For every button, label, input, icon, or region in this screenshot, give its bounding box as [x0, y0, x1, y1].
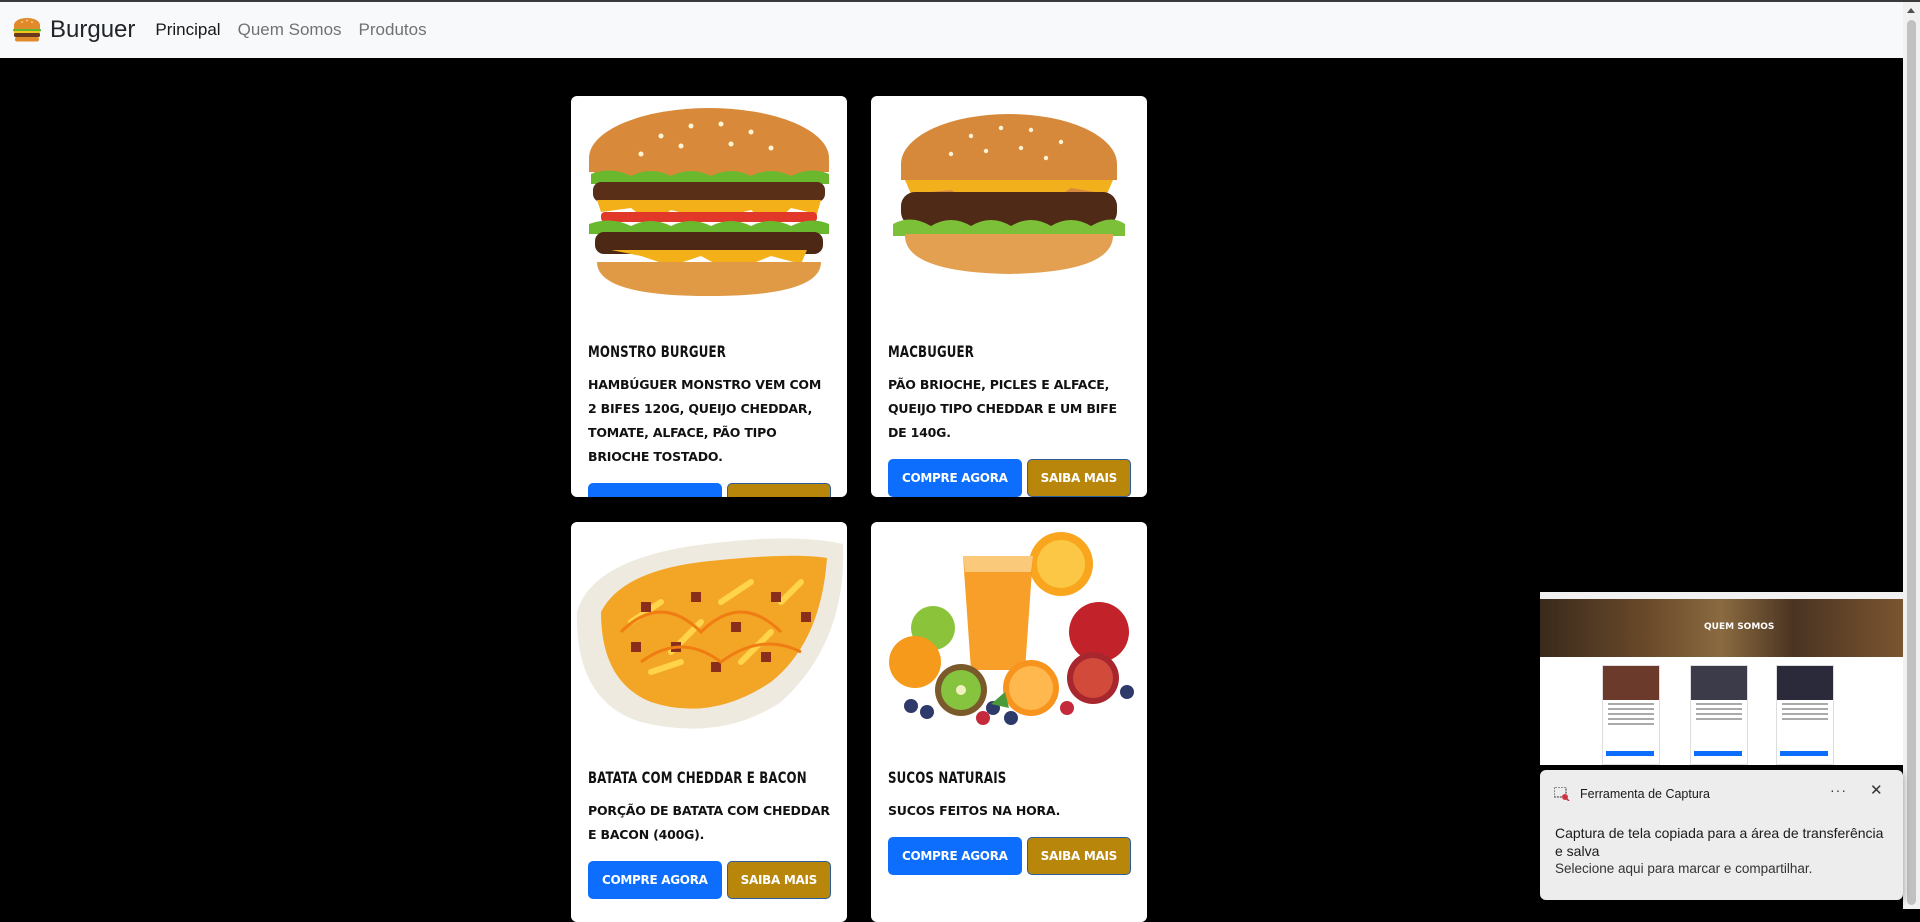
product-actions: COMPRE AGORA SAIBA MAIS — [888, 459, 1131, 497]
product-description: PORÇÃO DE BATATA COM CHEDDAR E BACON (40… — [588, 803, 830, 842]
buy-now-button[interactable]: COMPRE AGORA — [588, 483, 722, 497]
learn-more-button[interactable]: SAIBA MAIS — [726, 861, 831, 899]
nav-link-produtos[interactable]: Produtos — [359, 20, 427, 40]
nav-links: Principal Quem Somos Produtos — [155, 20, 443, 40]
nav-link-quem-somos[interactable]: Quem Somos — [238, 20, 342, 40]
cheeseburger-image — [871, 96, 1147, 322]
product-card-sucos-naturais: SUCOS NATURAIS SUCOS FEITOS NA HORA. COM… — [871, 522, 1147, 922]
preview-navbar — [1540, 592, 1903, 599]
orange-juice-fruits-image — [871, 522, 1147, 748]
capture-preview-thumbnail[interactable]: QUEM SOMOS — [1540, 592, 1903, 765]
scroll-thumb[interactable] — [1907, 20, 1916, 905]
preview-card — [1776, 665, 1834, 765]
buy-now-button[interactable]: COMPRE AGORA — [888, 459, 1022, 497]
preview-hero: QUEM SOMOS — [1540, 599, 1903, 657]
fries-cheddar-bacon-image — [571, 522, 847, 748]
notification-message: Captura de tela copiada para a área de t… — [1555, 825, 1884, 859]
snipping-tool-icon — [1554, 787, 1570, 801]
learn-more-button[interactable]: SAIBA MAIS — [1026, 459, 1131, 497]
product-title: MACBUGUER — [888, 342, 975, 361]
buy-now-button[interactable]: COMPRE AGORA — [888, 837, 1022, 875]
product-card-monstro-burguer: MONSTRO BURGUER HAMBÚGUER MONSTRO VEM CO… — [571, 96, 847, 497]
capture-notification[interactable]: Ferramenta de Captura ··· ✕ Captura de t… — [1540, 770, 1903, 900]
brand-name: Burguer — [50, 16, 136, 43]
product-description: HAMBÚGUER MONSTRO VEM COM 2 BIFES 120G, … — [588, 377, 822, 464]
double-cheeseburger-image — [571, 96, 847, 322]
product-actions: COMPRE AGORA SAIBA MAIS — [588, 861, 831, 899]
page-scrollbar[interactable] — [1903, 2, 1920, 909]
navbar: Burguer Principal Quem Somos Produtos — [0, 2, 1903, 58]
scroll-up-arrow-icon[interactable] — [1907, 8, 1915, 13]
product-card-batata-cheddar-bacon: BATATA COM CHEDDAR E BACON PORÇÃO DE BAT… — [571, 522, 847, 922]
product-card-macbuguer: MACBUGUER PÃO BRIOCHE, PICLES E ALFACE, … — [871, 96, 1147, 497]
product-actions: COMPRE AGORA SAIBA MAIS — [588, 483, 831, 497]
notification-header: Ferramenta de Captura — [1554, 787, 1710, 801]
preview-hero-title: QUEM SOMOS — [1704, 622, 1775, 632]
product-actions: COMPRE AGORA SAIBA MAIS — [888, 837, 1131, 875]
product-title: SUCOS NATURAIS — [888, 768, 1007, 787]
nav-link-principal[interactable]: Principal — [155, 20, 220, 40]
notification-app-name: Ferramenta de Captura — [1580, 787, 1710, 801]
buy-now-button[interactable]: COMPRE AGORA — [588, 861, 722, 899]
preview-card — [1602, 665, 1660, 765]
product-description: PÃO BRIOCHE, PICLES E ALFACE, QUEIJO TIP… — [888, 377, 1117, 440]
product-title: BATATA COM CHEDDAR E BACON — [588, 768, 807, 787]
learn-more-button[interactable]: SAIBA MAIS — [1026, 837, 1131, 875]
notification-subtext: Selecione aqui para marcar e compartilha… — [1555, 861, 1813, 876]
product-title: MONSTRO BURGUER — [588, 342, 727, 361]
product-description: SUCOS FEITOS NA HORA. — [888, 803, 1061, 818]
more-options-icon[interactable]: ··· — [1830, 782, 1847, 798]
preview-card — [1690, 665, 1748, 765]
burger-icon — [13, 18, 41, 42]
learn-more-button[interactable]: SAIBA MAIS — [726, 483, 831, 497]
brand-link[interactable]: Burguer — [12, 16, 135, 44]
close-icon[interactable]: ✕ — [1870, 781, 1883, 799]
